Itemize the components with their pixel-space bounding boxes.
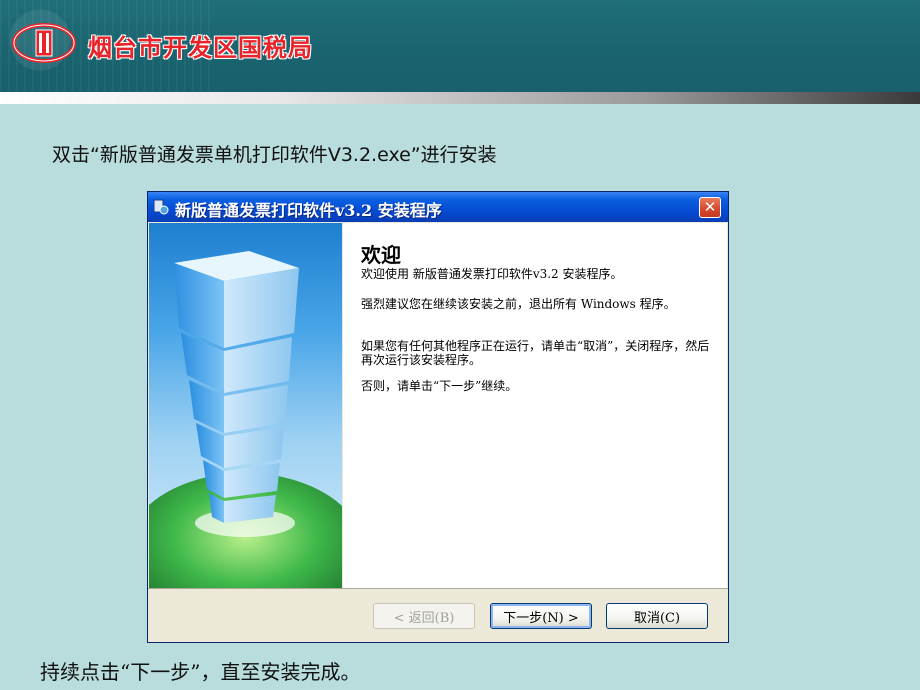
- installer-app-icon: [153, 199, 169, 215]
- continue-hint-paragraph: 否则，请单击“下一步”继续。: [361, 379, 518, 393]
- welcome-heading: 欢迎: [361, 243, 401, 267]
- next-button[interactable]: 下一步(N) >: [490, 603, 592, 629]
- installer-window: 新版普通发票打印软件v3.2 安装程序 ✕ 欢迎 欢迎使用 新版普通发票打印软件…: [147, 191, 729, 643]
- cancel-hint-paragraph: 如果您有任何其他程序正在运行，请单击“取消”，关闭程序，然后再次运行该安装程序。: [361, 339, 710, 367]
- title-bar[interactable]: 新版普通发票打印软件v3.2 安装程序 ✕: [148, 192, 728, 222]
- window-title: 新版普通发票打印软件v3.2 安装程序: [175, 201, 442, 220]
- installer-banner-image: [149, 223, 342, 588]
- tower-globe-illustration: [149, 251, 342, 588]
- cancel-button[interactable]: 取消(C): [606, 603, 708, 629]
- instruction-text: 双击“新版普通发票单机打印软件V3.2.exe”进行安装: [52, 144, 497, 166]
- footer-note: 持续点击“下一步”，直至安装完成。: [40, 660, 361, 684]
- close-programs-paragraph: 强烈建议您在继续该安装之前，退出所有 Windows 程序。: [361, 297, 676, 311]
- back-button[interactable]: < 返回(B): [373, 603, 475, 629]
- welcome-paragraph: 欢迎使用 新版普通发票打印软件v3.2 安装程序。: [361, 267, 623, 281]
- header-divider: [0, 92, 920, 104]
- slide-header: 烟台市开发区国税局: [0, 0, 920, 92]
- close-button[interactable]: ✕: [699, 197, 721, 218]
- button-bar: < 返回(B) 下一步(N) > 取消(C): [148, 588, 728, 642]
- welcome-panel: 欢迎 欢迎使用 新版普通发票打印软件v3.2 安装程序。 强烈建议您在继续该安装…: [343, 223, 727, 588]
- tax-bureau-emblem-icon: [12, 23, 76, 63]
- org-name: 烟台市开发区国税局: [88, 33, 313, 62]
